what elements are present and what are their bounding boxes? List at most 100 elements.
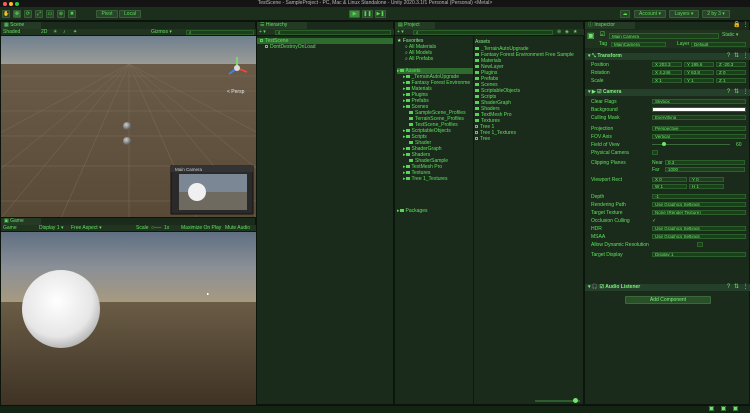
pause-button[interactable]: ❚❚ (362, 10, 373, 18)
background-color-field[interactable] (652, 107, 746, 112)
camera-field-dropdown[interactable]: Use Graphics Settings (652, 202, 746, 207)
project-divider[interactable] (473, 36, 474, 406)
hierarchy-item[interactable]: DontDestroyOnLoad (257, 44, 393, 50)
tab-project[interactable]: ▤ Project (395, 22, 435, 29)
mute-audio-toggle[interactable]: Mute Audio (225, 225, 250, 231)
effects-toggle-icon[interactable]: ✦ (73, 29, 77, 35)
project-folder-item[interactable]: ▸ Tree 1_Textures (403, 176, 473, 182)
minimize-dot[interactable] (9, 1, 13, 6)
dynamic-resolution-checkbox[interactable] (697, 242, 703, 247)
play-button[interactable]: ▶ (349, 10, 360, 18)
favorite-item[interactable]: ⌕ All Prefabs (405, 56, 433, 62)
viewport-x-input[interactable]: X 0 (652, 177, 687, 182)
hand-tool-button[interactable]: ✋ (2, 10, 10, 18)
physical-camera-checkbox[interactable] (652, 150, 658, 155)
viewport-h-input[interactable]: H 1 (689, 184, 724, 189)
camera-field-dropdown[interactable]: Use Graphics Settings (652, 234, 746, 239)
scale-y-input[interactable]: Y 1 (684, 78, 714, 83)
status-icon-3[interactable]: ▣ (732, 406, 739, 413)
scale-x-input[interactable]: X 1 (652, 78, 682, 83)
gizmos-dropdown[interactable]: Gizmos ▾ (151, 29, 172, 35)
tab-inspector[interactable]: ⓘ Inspector (585, 22, 635, 29)
asset-size-slider[interactable] (535, 398, 580, 403)
pivot-button[interactable]: Pivot (96, 10, 118, 18)
rotation-z-input[interactable]: Z 0 (716, 70, 746, 75)
label-icon[interactable]: ◈ (565, 29, 569, 35)
audio-menu-icon[interactable]: ⋮ (742, 284, 749, 291)
maximize-on-play-toggle[interactable]: Maximize On Play (181, 225, 221, 231)
step-button[interactable]: ▶❚ (375, 10, 386, 18)
account-dropdown[interactable]: Account ▾ (634, 10, 666, 18)
audio-help-icon[interactable]: ? (725, 284, 732, 291)
display-dropdown[interactable]: Display 1 ▾ (39, 225, 63, 231)
position-z-input[interactable]: Z -20.3 (716, 62, 746, 67)
tab-hierarchy[interactable]: ☰ Hierarchy (257, 22, 307, 29)
menu-icon[interactable]: ⋮ (742, 22, 749, 29)
assets-breadcrumb[interactable]: Assets (475, 39, 490, 45)
position-y-input[interactable]: Y 195.6 (684, 62, 714, 67)
camera-field-dropdown[interactable]: None (Render Texture) (652, 210, 746, 215)
game-view-dropdown[interactable]: Game (3, 225, 17, 231)
filter-icon[interactable]: ⊜ (557, 29, 561, 35)
tab-scene[interactable]: ▦ Scene (1, 22, 41, 29)
lock-icon[interactable]: 🔒 (733, 22, 740, 29)
local-button[interactable]: Local (119, 10, 141, 18)
close-dot[interactable] (3, 1, 7, 6)
status-icon-2[interactable]: ▣ (720, 406, 727, 413)
game-viewport[interactable] (1, 232, 257, 406)
add-component-button[interactable]: Add Component (625, 296, 711, 304)
move-tool-button[interactable]: ✥ (13, 10, 21, 18)
star-icon[interactable]: ★ (573, 29, 577, 35)
camera-field-dropdown[interactable]: -1 (652, 194, 746, 199)
scene-search-input[interactable]: ⌕ (186, 30, 254, 35)
create-dropdown[interactable]: + ▾ (259, 29, 266, 35)
camera-preset-icon[interactable]: ⇅ (733, 89, 740, 96)
static-toggle[interactable]: Static ▾ (722, 32, 738, 38)
rotate-tool-button[interactable]: ⟳ (24, 10, 32, 18)
project-search-input[interactable]: ⌕ (413, 30, 553, 35)
fov-slider[interactable] (652, 142, 730, 146)
scale-slider[interactable]: ○── (151, 225, 161, 231)
scale-tool-button[interactable]: ⤢ (35, 10, 43, 18)
transform-menu-icon[interactable]: ⋮ (742, 53, 749, 60)
audio-toggle-icon[interactable]: ♪ (63, 29, 66, 35)
far-input[interactable]: 1000 (665, 167, 745, 172)
rotation-y-input[interactable]: Y 63.8 (684, 70, 714, 75)
active-checkbox[interactable]: ☑ (599, 32, 606, 39)
near-input[interactable]: 0.3 (665, 160, 745, 165)
transform-preset-icon[interactable]: ⇅ (733, 53, 740, 60)
camera-field-dropdown[interactable]: Perspective (652, 126, 746, 131)
camera-field-dropdown[interactable]: Use Graphics Settings (652, 226, 746, 231)
layer-dropdown[interactable]: Default (691, 42, 746, 47)
scene-viewport[interactable]: < Persp Main Camera (1, 36, 257, 218)
fov-slider-handle[interactable] (662, 142, 666, 146)
hierarchy-search-input[interactable]: ⌕ (275, 30, 391, 35)
asset-item[interactable]: Tree (475, 136, 583, 142)
project-folder-item[interactable]: ▸ Packages (397, 208, 473, 214)
scale-z-input[interactable]: Z 1 (716, 78, 746, 83)
collab-button[interactable]: ☁ (620, 10, 630, 18)
tag-dropdown[interactable]: MainCamera (611, 42, 666, 47)
rotation-x-input[interactable]: X 4.246 (652, 70, 682, 75)
viewport-w-input[interactable]: W 1 (652, 184, 687, 189)
tab-game[interactable]: ▣ Game (1, 218, 41, 225)
project-create-dropdown[interactable]: + ▾ (397, 29, 404, 35)
2d-toggle[interactable]: 2D (41, 29, 47, 35)
aspect-dropdown[interactable]: Free Aspect ▾ (71, 225, 102, 231)
transform-tool-button[interactable]: ⊕ (57, 10, 65, 18)
layers-dropdown[interactable]: Layers ▾ (669, 10, 699, 18)
camera-help-icon[interactable]: ? (725, 89, 732, 96)
status-icon-1[interactable]: ▣ (708, 406, 715, 413)
custom-tool-button[interactable]: ✖ (68, 10, 76, 18)
camera-field-dropdown[interactable]: Display 1 (652, 252, 746, 257)
zoom-dot[interactable] (15, 1, 19, 6)
camera-menu-icon[interactable]: ⋮ (742, 89, 749, 96)
viewport-y-input[interactable]: Y 0 (689, 177, 724, 182)
lighting-toggle-icon[interactable]: ☀ (53, 29, 57, 35)
transform-help-icon[interactable]: ? (725, 53, 732, 60)
object-name-input[interactable]: Main Camera (609, 33, 719, 39)
camera-field-dropdown[interactable]: Vertical (652, 134, 746, 139)
rect-tool-button[interactable]: ▭ (46, 10, 54, 18)
occlusion-checkbox[interactable]: ✓ (652, 218, 656, 224)
shading-mode-dropdown[interactable]: Shaded (3, 29, 20, 35)
